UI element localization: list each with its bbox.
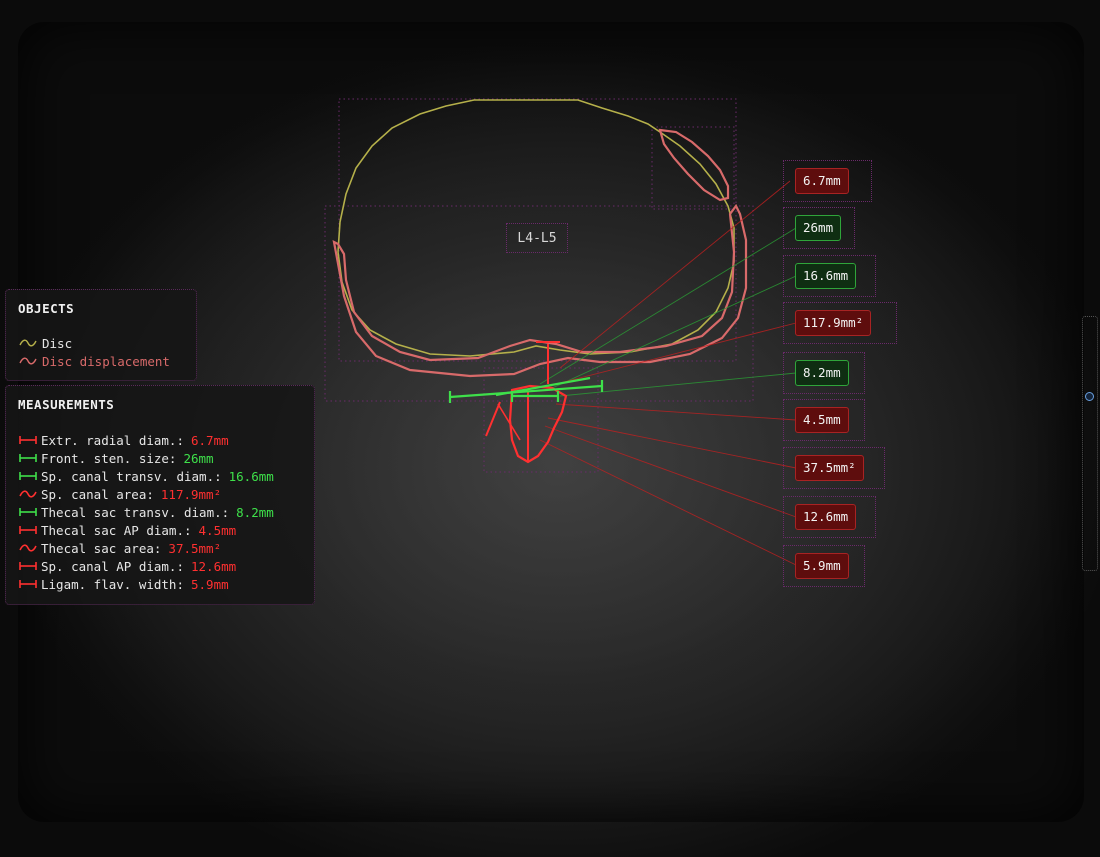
measurement-value: 8.2mm xyxy=(236,504,274,520)
level-label: L4-L5 xyxy=(506,223,568,253)
measurement-item[interactable]: Thecal sac AP diam.: 4.5mm xyxy=(18,521,302,539)
ruler-icon xyxy=(19,508,37,516)
ligam-flav-line xyxy=(485,401,501,437)
slice-scrollbar[interactable] xyxy=(1082,316,1098,571)
objects-panel: OBJECTS Disc Disc displacement xyxy=(5,289,197,381)
ruler-icon xyxy=(19,526,37,534)
area-icon xyxy=(19,544,37,552)
ruler-icon xyxy=(19,454,37,462)
measurement-value: 12.6mm xyxy=(191,558,237,574)
displacement-bbox-right xyxy=(651,126,735,210)
object-item-disc[interactable]: Disc xyxy=(18,334,184,352)
green-measure-lines xyxy=(448,376,604,403)
measurement-label: Ligam. flav. width: xyxy=(41,576,184,592)
measurement-label: Extr. radial diam.: xyxy=(41,432,184,448)
measurement-tag[interactable]: 37.5mm² xyxy=(795,455,864,481)
measurement-label: Sp. canal AP diam.: xyxy=(41,558,184,574)
ruler-icon xyxy=(19,472,37,480)
ruler-icon xyxy=(19,580,37,588)
measurement-item[interactable]: Sp. canal area: 117.9mm² xyxy=(18,485,302,503)
measurement-value: 5.9mm xyxy=(191,576,229,592)
wave-icon xyxy=(19,339,37,347)
measurement-value: 26mm xyxy=(183,450,214,466)
measurement-label: Thecal sac area: xyxy=(41,540,162,556)
measurement-label: Sp. canal area: xyxy=(41,486,154,502)
measurements-panel: MEASUREMENTS Extr. radial diam.: 6.7mm Fro… xyxy=(5,385,315,605)
wave-icon xyxy=(19,357,37,365)
object-label: Disc xyxy=(42,335,73,351)
slice-scroll-thumb[interactable] xyxy=(1085,392,1094,401)
measurement-tag[interactable]: 5.9mm xyxy=(795,553,849,579)
measurement-item[interactable]: Thecal sac area: 37.5mm² xyxy=(18,539,302,557)
measurements-title: MEASUREMENTS xyxy=(18,397,115,412)
measurement-value: 6.7mm xyxy=(191,432,229,448)
measurement-tag[interactable]: 16.6mm xyxy=(795,263,857,289)
measurement-tag[interactable]: 8.2mm xyxy=(795,360,849,386)
measurement-tag[interactable]: 4.5mm xyxy=(795,407,849,433)
measurement-value: 16.6mm xyxy=(228,468,274,484)
measurement-label: Front. sten. size: xyxy=(41,450,177,466)
objects-title: OBJECTS xyxy=(18,301,75,316)
measurement-tag[interactable]: 117.9mm² xyxy=(795,310,872,336)
measurement-label: Sp. canal transv. diam.: xyxy=(41,468,222,484)
measurement-item[interactable]: Thecal sac transv. diam.: 8.2mm xyxy=(18,503,302,521)
ruler-icon xyxy=(19,562,37,570)
measurement-tag[interactable]: 6.7mm xyxy=(795,168,849,194)
measurement-value: 4.5mm xyxy=(198,522,237,538)
ruler-icon xyxy=(19,436,37,444)
ligam-flav-line-2 xyxy=(497,403,521,441)
measurement-label: Thecal sac AP diam.: xyxy=(41,522,192,538)
measurements-list: Extr. radial diam.: 6.7mm Front. sten. siz… xyxy=(18,431,302,593)
measurement-item[interactable]: Front. sten. size: 26mm xyxy=(18,449,302,467)
measurement-label: Thecal sac transv. diam.: xyxy=(41,504,230,520)
measurement-tag[interactable]: 26mm xyxy=(795,215,842,241)
measurement-value: 37.5mm² xyxy=(168,540,222,556)
measurement-value: 117.9mm² xyxy=(160,486,222,502)
measurement-item[interactable]: Ligam. flav. width: 5.9mm xyxy=(18,575,302,593)
object-item-disc-displacement[interactable]: Disc displacement xyxy=(18,352,184,370)
measurement-tag[interactable]: 12.6mm xyxy=(795,504,857,530)
measurement-item[interactable]: Extr. radial diam.: 6.7mm xyxy=(18,431,302,449)
leader-lines xyxy=(539,180,797,566)
measurement-item[interactable]: Sp. canal transv. diam.: 16.6mm xyxy=(18,467,302,485)
measurement-item[interactable]: Sp. canal AP diam.: 12.6mm xyxy=(18,557,302,575)
object-label: Disc displacement xyxy=(42,353,170,369)
disc-displacement-outline-right xyxy=(658,128,730,202)
area-icon xyxy=(19,490,37,498)
